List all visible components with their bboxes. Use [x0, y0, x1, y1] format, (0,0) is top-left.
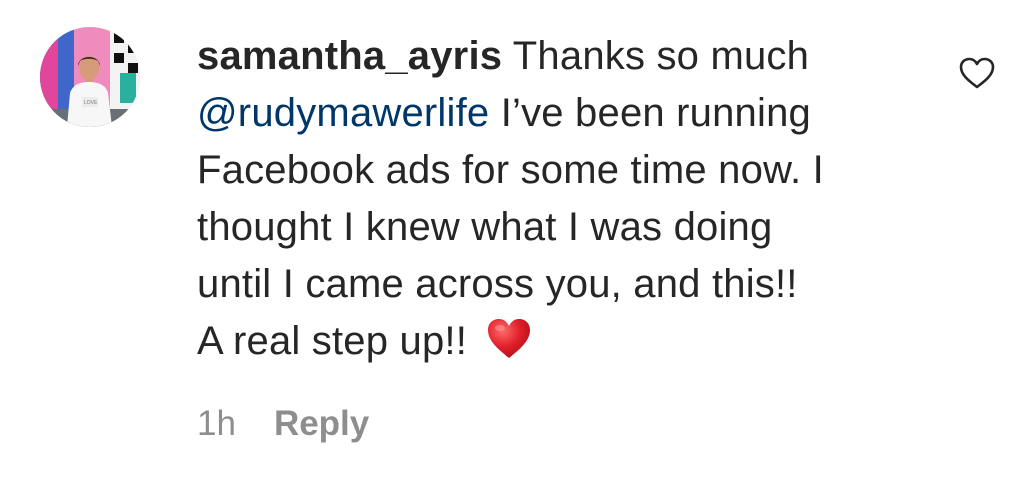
username[interactable]: samantha_ayris	[197, 34, 502, 78]
mention-link[interactable]: @rudymawerlife	[197, 91, 489, 135]
reply-button[interactable]: Reply	[274, 404, 369, 444]
svg-text:LOVE: LOVE	[84, 100, 98, 106]
red-heart-emoji-icon	[484, 314, 534, 364]
comment-text: samantha_ayris Thanks so much @rudymawer…	[197, 28, 917, 370]
heart-outline-icon	[959, 57, 995, 89]
timestamp[interactable]: 1h	[197, 404, 236, 444]
comment-body: samantha_ayris Thanks so much @rudymawer…	[197, 28, 917, 370]
comment: LOVE samantha_ayris Thanks so much @rudy…	[0, 0, 1024, 486]
comment-text-first: Thanks so much	[512, 34, 810, 78]
comment-meta: 1h Reply	[197, 404, 369, 444]
avatar[interactable]: LOVE	[40, 27, 140, 127]
like-button[interactable]	[958, 56, 996, 90]
